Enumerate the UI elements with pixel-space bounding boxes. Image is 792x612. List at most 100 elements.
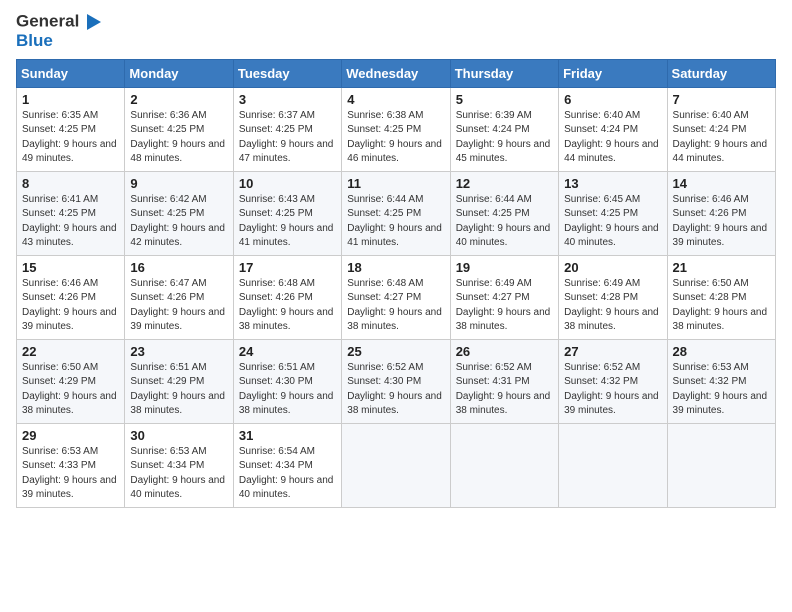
calendar-day-cell <box>450 423 558 507</box>
calendar-day-cell: 15 Sunrise: 6:46 AMSunset: 4:26 PMDaylig… <box>17 255 125 339</box>
calendar-day-cell: 23 Sunrise: 6:51 AMSunset: 4:29 PMDaylig… <box>125 339 233 423</box>
day-number: 29 <box>22 428 119 443</box>
calendar-header-cell: Tuesday <box>233 59 341 87</box>
day-detail: Sunrise: 6:42 AMSunset: 4:25 PMDaylight:… <box>130 194 225 249</box>
day-number: 19 <box>456 260 553 275</box>
calendar-day-cell: 14 Sunrise: 6:46 AMSunset: 4:26 PMDaylig… <box>667 171 775 255</box>
day-detail: Sunrise: 6:35 AMSunset: 4:25 PMDaylight:… <box>22 110 117 165</box>
day-detail: Sunrise: 6:49 AMSunset: 4:27 PMDaylight:… <box>456 278 551 333</box>
day-detail: Sunrise: 6:37 AMSunset: 4:25 PMDaylight:… <box>239 110 334 165</box>
calendar-day-cell: 31 Sunrise: 6:54 AMSunset: 4:34 PMDaylig… <box>233 423 341 507</box>
calendar-day-cell: 17 Sunrise: 6:48 AMSunset: 4:26 PMDaylig… <box>233 255 341 339</box>
day-number: 21 <box>673 260 770 275</box>
calendar-day-cell: 27 Sunrise: 6:52 AMSunset: 4:32 PMDaylig… <box>559 339 667 423</box>
day-detail: Sunrise: 6:52 AMSunset: 4:31 PMDaylight:… <box>456 362 551 417</box>
day-detail: Sunrise: 6:41 AMSunset: 4:25 PMDaylight:… <box>22 194 117 249</box>
day-number: 15 <box>22 260 119 275</box>
day-detail: Sunrise: 6:50 AMSunset: 4:28 PMDaylight:… <box>673 278 768 333</box>
day-number: 11 <box>347 176 444 191</box>
day-detail: Sunrise: 6:48 AMSunset: 4:26 PMDaylight:… <box>239 278 334 333</box>
calendar-table: SundayMondayTuesdayWednesdayThursdayFrid… <box>16 59 776 508</box>
calendar-header-cell: Thursday <box>450 59 558 87</box>
calendar-day-cell: 16 Sunrise: 6:47 AMSunset: 4:26 PMDaylig… <box>125 255 233 339</box>
calendar-week-row: 1 Sunrise: 6:35 AMSunset: 4:25 PMDayligh… <box>17 87 776 171</box>
day-number: 25 <box>347 344 444 359</box>
day-detail: Sunrise: 6:53 AMSunset: 4:34 PMDaylight:… <box>130 446 225 501</box>
calendar-day-cell: 11 Sunrise: 6:44 AMSunset: 4:25 PMDaylig… <box>342 171 450 255</box>
calendar-week-row: 22 Sunrise: 6:50 AMSunset: 4:29 PMDaylig… <box>17 339 776 423</box>
day-detail: Sunrise: 6:40 AMSunset: 4:24 PMDaylight:… <box>564 110 659 165</box>
day-number: 13 <box>564 176 661 191</box>
day-number: 1 <box>22 92 119 107</box>
day-detail: Sunrise: 6:46 AMSunset: 4:26 PMDaylight:… <box>22 278 117 333</box>
header: General Blue <box>16 12 776 51</box>
day-number: 5 <box>456 92 553 107</box>
logo-triangle-icon <box>85 12 103 32</box>
day-number: 27 <box>564 344 661 359</box>
day-number: 14 <box>673 176 770 191</box>
calendar-day-cell: 10 Sunrise: 6:43 AMSunset: 4:25 PMDaylig… <box>233 171 341 255</box>
calendar-day-cell: 12 Sunrise: 6:44 AMSunset: 4:25 PMDaylig… <box>450 171 558 255</box>
day-number: 18 <box>347 260 444 275</box>
calendar-day-cell: 19 Sunrise: 6:49 AMSunset: 4:27 PMDaylig… <box>450 255 558 339</box>
day-number: 3 <box>239 92 336 107</box>
calendar-header-cell: Friday <box>559 59 667 87</box>
day-number: 22 <box>22 344 119 359</box>
day-detail: Sunrise: 6:46 AMSunset: 4:26 PMDaylight:… <box>673 194 768 249</box>
day-detail: Sunrise: 6:44 AMSunset: 4:25 PMDaylight:… <box>347 194 442 249</box>
day-detail: Sunrise: 6:52 AMSunset: 4:30 PMDaylight:… <box>347 362 442 417</box>
calendar-day-cell: 4 Sunrise: 6:38 AMSunset: 4:25 PMDayligh… <box>342 87 450 171</box>
calendar-day-cell: 9 Sunrise: 6:42 AMSunset: 4:25 PMDayligh… <box>125 171 233 255</box>
calendar-week-row: 8 Sunrise: 6:41 AMSunset: 4:25 PMDayligh… <box>17 171 776 255</box>
calendar-day-cell: 28 Sunrise: 6:53 AMSunset: 4:32 PMDaylig… <box>667 339 775 423</box>
day-detail: Sunrise: 6:50 AMSunset: 4:29 PMDaylight:… <box>22 362 117 417</box>
day-number: 12 <box>456 176 553 191</box>
day-detail: Sunrise: 6:36 AMSunset: 4:25 PMDaylight:… <box>130 110 225 165</box>
day-detail: Sunrise: 6:45 AMSunset: 4:25 PMDaylight:… <box>564 194 659 249</box>
day-detail: Sunrise: 6:44 AMSunset: 4:25 PMDaylight:… <box>456 194 551 249</box>
day-number: 8 <box>22 176 119 191</box>
day-detail: Sunrise: 6:47 AMSunset: 4:26 PMDaylight:… <box>130 278 225 333</box>
logo-blue: Blue <box>16 32 53 51</box>
day-number: 16 <box>130 260 227 275</box>
day-number: 17 <box>239 260 336 275</box>
calendar-day-cell: 24 Sunrise: 6:51 AMSunset: 4:30 PMDaylig… <box>233 339 341 423</box>
day-number: 4 <box>347 92 444 107</box>
day-number: 20 <box>564 260 661 275</box>
calendar-day-cell <box>342 423 450 507</box>
calendar-day-cell: 18 Sunrise: 6:48 AMSunset: 4:27 PMDaylig… <box>342 255 450 339</box>
calendar-day-cell <box>667 423 775 507</box>
day-detail: Sunrise: 6:48 AMSunset: 4:27 PMDaylight:… <box>347 278 442 333</box>
calendar-day-cell: 30 Sunrise: 6:53 AMSunset: 4:34 PMDaylig… <box>125 423 233 507</box>
calendar-header-cell: Saturday <box>667 59 775 87</box>
day-detail: Sunrise: 6:43 AMSunset: 4:25 PMDaylight:… <box>239 194 334 249</box>
calendar-day-cell: 6 Sunrise: 6:40 AMSunset: 4:24 PMDayligh… <box>559 87 667 171</box>
day-detail: Sunrise: 6:40 AMSunset: 4:24 PMDaylight:… <box>673 110 768 165</box>
day-number: 30 <box>130 428 227 443</box>
logo-general: General <box>16 11 79 30</box>
calendar-day-cell: 25 Sunrise: 6:52 AMSunset: 4:30 PMDaylig… <box>342 339 450 423</box>
day-number: 26 <box>456 344 553 359</box>
calendar-day-cell: 13 Sunrise: 6:45 AMSunset: 4:25 PMDaylig… <box>559 171 667 255</box>
logo: General Blue <box>16 12 103 51</box>
day-number: 7 <box>673 92 770 107</box>
calendar-week-row: 15 Sunrise: 6:46 AMSunset: 4:26 PMDaylig… <box>17 255 776 339</box>
day-number: 10 <box>239 176 336 191</box>
day-detail: Sunrise: 6:53 AMSunset: 4:32 PMDaylight:… <box>673 362 768 417</box>
day-number: 6 <box>564 92 661 107</box>
calendar-day-cell: 21 Sunrise: 6:50 AMSunset: 4:28 PMDaylig… <box>667 255 775 339</box>
calendar-day-cell: 3 Sunrise: 6:37 AMSunset: 4:25 PMDayligh… <box>233 87 341 171</box>
day-detail: Sunrise: 6:51 AMSunset: 4:30 PMDaylight:… <box>239 362 334 417</box>
calendar-day-cell: 22 Sunrise: 6:50 AMSunset: 4:29 PMDaylig… <box>17 339 125 423</box>
day-number: 9 <box>130 176 227 191</box>
day-number: 23 <box>130 344 227 359</box>
calendar-day-cell: 26 Sunrise: 6:52 AMSunset: 4:31 PMDaylig… <box>450 339 558 423</box>
calendar-day-cell: 8 Sunrise: 6:41 AMSunset: 4:25 PMDayligh… <box>17 171 125 255</box>
day-number: 31 <box>239 428 336 443</box>
day-number: 2 <box>130 92 227 107</box>
day-detail: Sunrise: 6:38 AMSunset: 4:25 PMDaylight:… <box>347 110 442 165</box>
day-detail: Sunrise: 6:52 AMSunset: 4:32 PMDaylight:… <box>564 362 659 417</box>
calendar-header-cell: Wednesday <box>342 59 450 87</box>
calendar-day-cell: 29 Sunrise: 6:53 AMSunset: 4:33 PMDaylig… <box>17 423 125 507</box>
calendar-day-cell: 5 Sunrise: 6:39 AMSunset: 4:24 PMDayligh… <box>450 87 558 171</box>
